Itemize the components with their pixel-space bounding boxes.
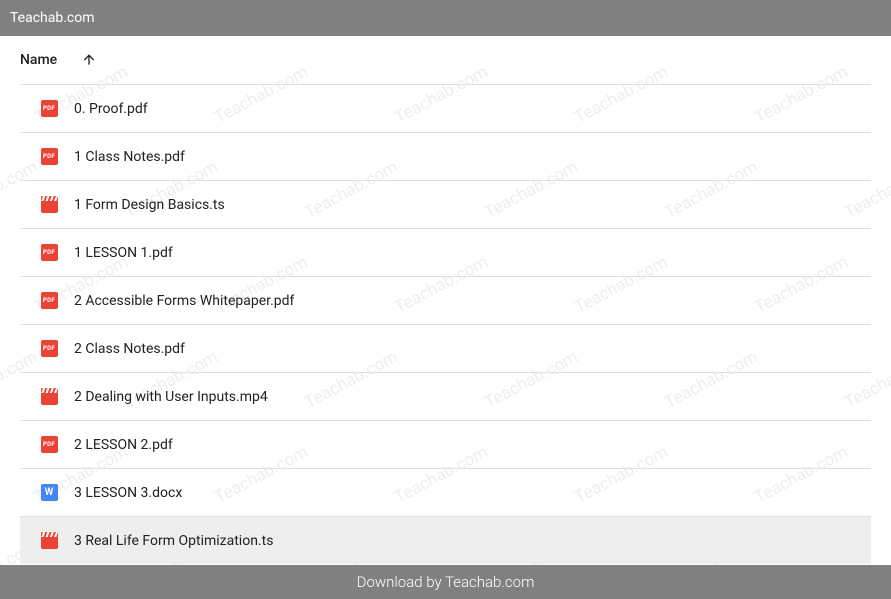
file-name-label: 2 Dealing with User Inputs.mp4 bbox=[74, 389, 268, 405]
file-row[interactable]: PDF 2 LESSON 2.pdf bbox=[20, 420, 871, 468]
file-name-label: 1 Class Notes.pdf bbox=[74, 149, 185, 165]
file-row[interactable]: PDF 0. Proof.pdf bbox=[20, 84, 871, 132]
file-row[interactable]: PDF 1 LESSON 1.pdf bbox=[20, 228, 871, 276]
header-bar: Teachab.com bbox=[0, 0, 891, 36]
footer-bar: Download by Teachab.com bbox=[0, 565, 891, 599]
file-name-label: 3 LESSON 3.docx bbox=[74, 485, 182, 501]
file-row[interactable]: 3 Real Life Form Optimization.ts bbox=[20, 516, 871, 564]
file-list: PDF 0. Proof.pdf PDF 1 Class Notes.pdf 1 For… bbox=[20, 84, 871, 564]
file-name-label: 1 Form Design Basics.ts bbox=[74, 197, 225, 213]
pdf-icon: PDF bbox=[40, 148, 58, 166]
table-header-row: Name bbox=[20, 36, 871, 84]
file-name-label: 2 Class Notes.pdf bbox=[74, 341, 185, 357]
file-name-label: 2 Accessible Forms Whitepaper.pdf bbox=[74, 293, 294, 309]
file-name-label: 1 LESSON 1.pdf bbox=[74, 245, 173, 261]
sort-arrow-up-icon bbox=[81, 52, 97, 68]
pdf-icon: PDF bbox=[40, 100, 58, 118]
file-name-label: 2 LESSON 2.pdf bbox=[74, 437, 173, 453]
word-doc-icon: W bbox=[40, 484, 58, 502]
pdf-icon: PDF bbox=[40, 436, 58, 454]
pdf-icon: PDF bbox=[40, 244, 58, 262]
pdf-icon: PDF bbox=[40, 292, 58, 310]
file-row[interactable]: 2 Dealing with User Inputs.mp4 bbox=[20, 372, 871, 420]
file-row[interactable]: 1 Form Design Basics.ts bbox=[20, 180, 871, 228]
file-row[interactable]: PDF 1 Class Notes.pdf bbox=[20, 132, 871, 180]
file-name-label: 3 Real Life Form Optimization.ts bbox=[74, 533, 273, 549]
video-icon bbox=[40, 532, 58, 550]
file-row[interactable]: PDF 2 Accessible Forms Whitepaper.pdf bbox=[20, 276, 871, 324]
file-row[interactable]: PDF 2 Class Notes.pdf bbox=[20, 324, 871, 372]
file-name-label: 0. Proof.pdf bbox=[74, 101, 148, 117]
pdf-icon: PDF bbox=[40, 340, 58, 358]
header-title: Teachab.com bbox=[10, 10, 95, 26]
video-icon bbox=[40, 388, 58, 406]
video-icon bbox=[40, 196, 58, 214]
file-row[interactable]: W 3 LESSON 3.docx bbox=[20, 468, 871, 516]
footer-text: Download by Teachab.com bbox=[357, 573, 535, 591]
file-table: Name PDF 0. Proof.pdf PDF 1 Class Notes.pdf… bbox=[0, 36, 891, 564]
name-header-label: Name bbox=[20, 52, 57, 68]
name-column-header[interactable]: Name bbox=[20, 52, 97, 68]
